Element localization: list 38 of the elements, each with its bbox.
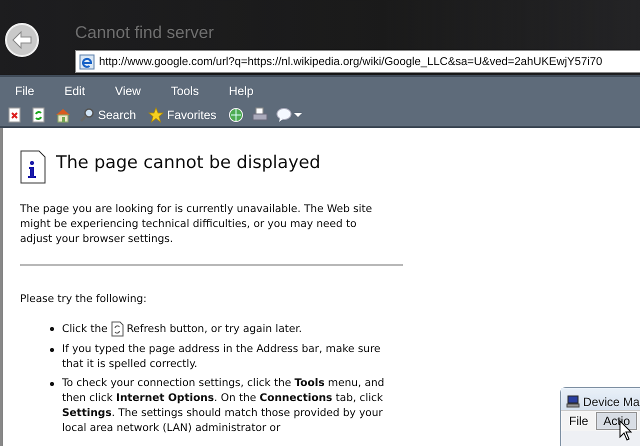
back-button[interactable]: [4, 22, 40, 58]
menu-item[interactable]: View: [106, 84, 150, 104]
menu-item[interactable]: Help: [220, 84, 263, 104]
speech-bubble-icon[interactable]: [276, 107, 292, 124]
list-item-text: Click the: [62, 322, 108, 335]
menu-item[interactable]: File: [6, 84, 44, 104]
window-title: Cannot find server: [75, 23, 215, 44]
bullet-icon: [50, 382, 54, 386]
address-text: http://www.google.com/url?q=https://nl.wikipedia.org/wiki/Google_LLC&sa=U&ved=2ahUKEwjY57i70: [99, 56, 602, 68]
address-bar[interactable]: http://www.google.com/url?q=https://nl.wikipedia.org/wiki/Google_LLC&sa=U&ved=2ahUKEwjY57i70: [75, 50, 640, 73]
menu-item[interactable]: File: [561, 412, 596, 430]
menu-item[interactable]: Actio: [596, 412, 638, 430]
caret-icon[interactable]: [294, 113, 302, 118]
list-item-text: Refresh button, or try again later.: [126, 322, 302, 335]
bullet-icon: [50, 348, 54, 352]
refresh-icon[interactable]: [31, 107, 47, 124]
bullet-icon: [50, 327, 54, 331]
globe-icon[interactable]: [228, 107, 244, 124]
error-description: The page you are looking for is currently unavailable. The Web site might be experiencing technical difficulties, or you may need to adjust your browser settings.: [20, 202, 374, 247]
window-title: Device Ma: [583, 394, 640, 408]
list-item-text: If you typed the page address in the Address bar, make sure that it is spelled correctly.: [62, 342, 382, 372]
refresh-icon: [110, 321, 124, 337]
page-icon: [79, 54, 95, 70]
search-icon: [79, 107, 95, 124]
menu-item[interactable]: Tools: [162, 84, 208, 104]
list-item-text: To check your connection settings, click the Tools menu, and then click Internet Options. On the Connections tab, click Settings. The settings should match those provided by your local area network (LAN) administrator or: [62, 376, 385, 436]
menu-item[interactable]: Edit: [55, 84, 94, 104]
suggestions-heading: Please try the following:: [20, 293, 148, 305]
stop-icon[interactable]: [7, 107, 23, 124]
home-icon[interactable]: [55, 107, 71, 124]
info-icon: [20, 150, 46, 184]
computer-icon: [566, 395, 580, 408]
printer-icon[interactable]: [252, 107, 268, 124]
toolbar-button[interactable]: Favorites: [148, 107, 216, 124]
star-icon: [148, 107, 164, 124]
toolbar-button[interactable]: Search: [79, 107, 136, 124]
device-manager-window[interactable]: Device Ma File Actio: [560, 387, 640, 446]
error-heading: The page cannot be displayed: [56, 153, 320, 175]
